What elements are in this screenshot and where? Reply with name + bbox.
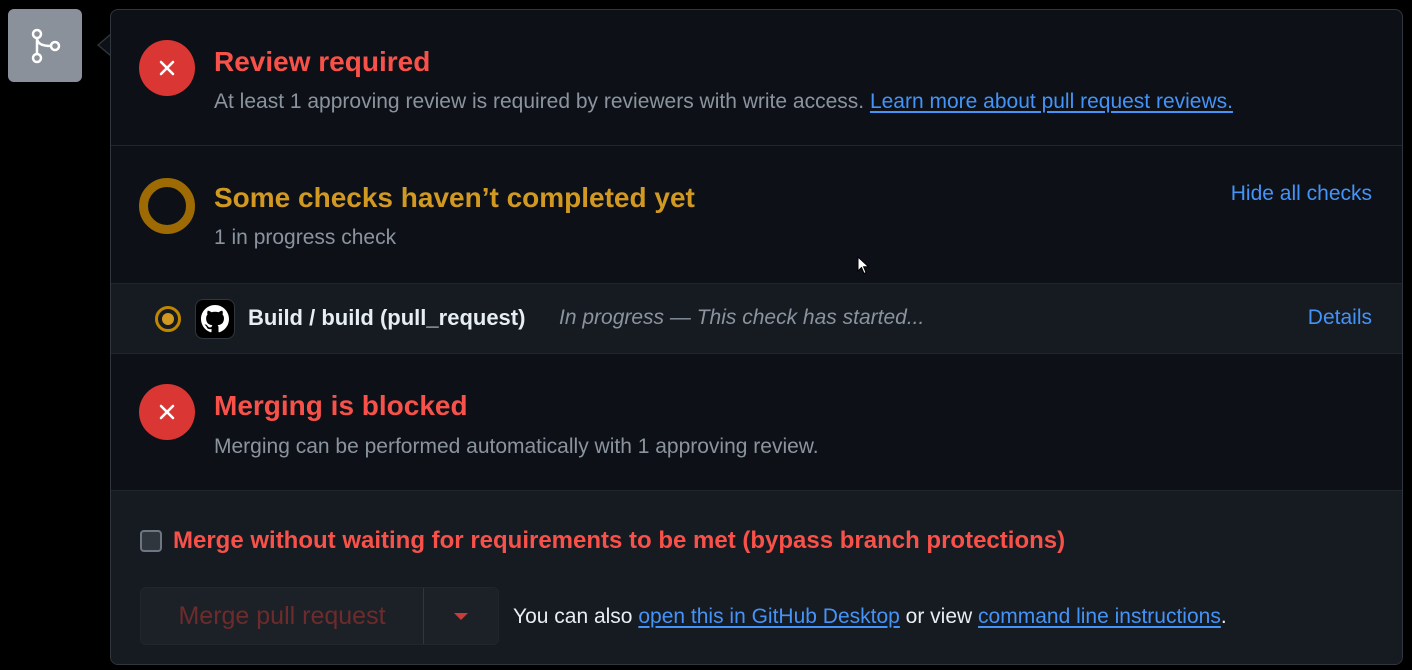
github-icon xyxy=(195,299,235,339)
merge-box: Merge without waiting for requirements t… xyxy=(111,491,1402,664)
github-desktop-link[interactable]: open this in GitHub Desktop xyxy=(638,605,899,628)
pending-ring-icon xyxy=(139,178,195,234)
bypass-checkbox[interactable] xyxy=(140,530,162,552)
checks-section: Some checks haven’t completed yet 1 in p… xyxy=(111,146,1402,284)
panel-pointer xyxy=(97,34,111,56)
merge-pull-request-button[interactable]: Merge pull request xyxy=(141,588,424,644)
hide-all-checks-link[interactable]: Hide all checks xyxy=(1231,182,1372,206)
review-required-desc: At least 1 approving review is required … xyxy=(214,90,1233,114)
check-name: Build / build (pull_request) xyxy=(248,305,526,330)
check-details-link[interactable]: Details xyxy=(1308,306,1372,330)
review-required-section: Review required At least 1 approving rev… xyxy=(111,10,1402,146)
mouse-cursor-icon xyxy=(857,256,870,275)
period-text: . xyxy=(1220,605,1227,628)
merge-button-group: Merge pull request xyxy=(140,587,499,645)
merge-status-view: Review required At least 1 approving rev… xyxy=(0,0,1412,670)
alternative-actions: You can also open this in GitHub Desktop… xyxy=(513,605,1227,629)
merging-blocked-section: Merging is blocked Merging can be perfor… xyxy=(111,354,1402,491)
git-merge-icon-glyph xyxy=(31,28,61,63)
check-row: Build / build (pull_request) In progress… xyxy=(111,284,1402,354)
merging-blocked-title: Merging is blocked xyxy=(214,390,468,421)
bypass-label[interactable]: Merge without waiting for requirements t… xyxy=(173,527,1065,555)
learn-more-link[interactable]: Learn more about pull request reviews. xyxy=(870,90,1233,113)
merge-status-panel: Review required At least 1 approving rev… xyxy=(110,9,1403,665)
x-icon xyxy=(139,40,195,96)
review-required-text: At least 1 approving review is required … xyxy=(214,90,865,113)
bypass-row: Merge without waiting for requirements t… xyxy=(140,527,1065,555)
command-line-link[interactable]: command line instructions xyxy=(978,605,1221,628)
review-required-title: Review required xyxy=(214,46,431,77)
merge-method-dropdown[interactable] xyxy=(424,588,498,644)
merging-blocked-desc: Merging can be performed automatically w… xyxy=(214,435,819,458)
check-status-text: In progress — This check has started... xyxy=(559,306,925,329)
also-prefix: You can also xyxy=(513,605,633,628)
or-view-text: or view xyxy=(905,605,973,628)
caret-down-icon xyxy=(454,612,468,620)
git-merge-icon xyxy=(8,9,82,82)
checks-title: Some checks haven’t completed yet xyxy=(214,182,695,213)
in-progress-dot-icon xyxy=(155,306,181,332)
x-icon xyxy=(139,384,195,440)
checks-subtitle: 1 in progress check xyxy=(214,226,397,249)
